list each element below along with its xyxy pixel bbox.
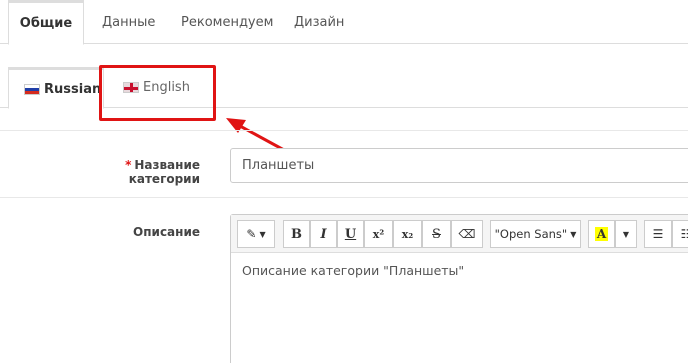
eraser-icon: ⌫ (458, 227, 476, 241)
divider (0, 130, 688, 131)
chevron-down-icon: ▼ (259, 229, 266, 239)
tab-lang-russian-label: Russian (44, 81, 102, 97)
category-name-value: Планшеты (242, 158, 315, 173)
subscript-button[interactable]: x₂ (393, 220, 422, 248)
editor-toolbar: ✎ ▼ B I U x² x₂ S ⌫ "Open Sans" ▼ A ▼ ☰ ☷ (231, 215, 688, 253)
main-tabs: Общие Данные Рекомендуем Дизайн (0, 0, 688, 45)
italic-button[interactable]: I (310, 220, 337, 248)
flag-ru-icon (24, 83, 40, 95)
ordered-list-button[interactable]: ☷ (672, 220, 688, 248)
category-name-text: Название категории (128, 158, 200, 186)
description-label: Описание (133, 225, 200, 239)
bold-button[interactable]: B (283, 220, 310, 248)
category-name-input[interactable]: Планшеты (230, 148, 688, 183)
chevron-down-icon: ▼ (622, 229, 630, 239)
divider (0, 197, 688, 198)
list-icon: ☰ (652, 227, 664, 241)
underline-button[interactable]: U (337, 220, 364, 248)
category-name-label: * Название категории (58, 158, 200, 186)
clear-format-button[interactable]: ⌫ (451, 220, 483, 248)
flag-gb-icon (123, 82, 139, 93)
magic-style-button[interactable]: ✎ ▼ (237, 220, 275, 248)
unordered-list-button[interactable]: ☰ (644, 220, 672, 248)
chevron-down-icon: ▼ (570, 229, 577, 239)
tab-design[interactable]: Дизайн (294, 0, 344, 44)
editor-content[interactable]: Описание категории "Планшеты" (242, 263, 464, 278)
tab-lang-russian[interactable]: Russian (8, 67, 104, 109)
tab-general[interactable]: Общие (8, 0, 84, 45)
text-color-dropdown[interactable]: ▼ (615, 220, 637, 248)
magic-wand-icon: ✎ (246, 227, 257, 241)
text-color-icon: A (594, 227, 609, 241)
strikethrough-button[interactable]: S (422, 220, 451, 248)
superscript-button[interactable]: x² (364, 220, 393, 248)
tab-data[interactable]: Данные (102, 0, 155, 44)
text-color-button[interactable]: A (588, 220, 615, 248)
tab-recommended[interactable]: Рекомендуем (181, 0, 273, 44)
tab-lang-english[interactable]: English (123, 67, 190, 108)
required-mark: * (125, 158, 132, 172)
font-family-value: "Open Sans" (494, 227, 568, 241)
language-tabs: Russian English (0, 67, 688, 109)
ordered-list-icon: ☷ (680, 227, 688, 241)
description-editor: ✎ ▼ B I U x² x₂ S ⌫ "Open Sans" ▼ A ▼ ☰ ☷ … (230, 214, 688, 363)
tab-lang-english-label: English (143, 80, 190, 95)
font-family-select[interactable]: "Open Sans" ▼ (490, 220, 581, 248)
